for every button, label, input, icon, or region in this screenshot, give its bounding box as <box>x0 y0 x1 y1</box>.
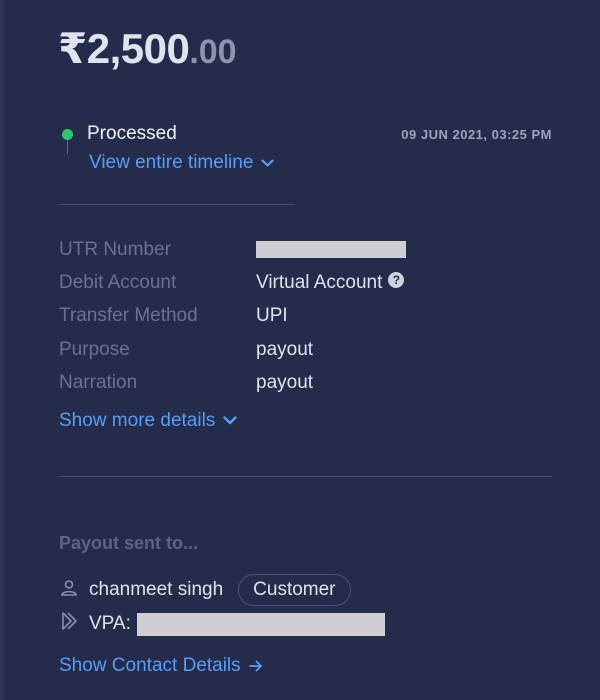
detail-label: Debit Account <box>59 271 177 293</box>
show-contact-details-label: Show Contact Details <box>59 655 241 676</box>
recipient-name: chanmeet singh <box>89 579 224 600</box>
debit-account-text: Virtual Account <box>256 271 383 293</box>
detail-row-transfer-method: Transfer Method UPI <box>59 300 406 333</box>
redacted-utr <box>256 241 406 259</box>
divider <box>59 204 295 205</box>
show-more-details-link[interactable]: Show more details <box>59 410 237 432</box>
show-contact-details-link[interactable]: Show Contact Details <box>59 655 263 677</box>
upi-arrow-icon <box>62 612 77 630</box>
detail-label: Purpose <box>59 338 130 360</box>
arrow-right-icon <box>248 660 262 672</box>
vpa-label: VPA: <box>89 613 131 634</box>
payout-details: UTR Number Debit Account Virtual Account… <box>59 233 406 399</box>
view-timeline-label: View entire timeline <box>89 152 254 173</box>
transfer-method-value: UPI <box>256 305 288 327</box>
payout-amount: ₹2,500 .00 <box>58 24 237 74</box>
detail-row-debit-account: Debit Account Virtual Account ? <box>59 266 406 299</box>
user-icon <box>61 580 77 596</box>
detail-label: Transfer Method <box>59 305 198 327</box>
question-circle-icon[interactable]: ? <box>388 271 405 288</box>
status-row: Processed 09 JUN 2021, 03:25 PM <box>62 122 552 146</box>
detail-label: Narration <box>59 371 138 393</box>
detail-row-utr: UTR Number <box>59 233 406 266</box>
purpose-value: payout <box>256 338 314 360</box>
utr-value <box>256 241 406 259</box>
payout-recipient-heading: Payout sent to... <box>59 533 199 553</box>
detail-row-narration: Narration payout <box>59 366 406 399</box>
redacted-vpa <box>136 612 385 636</box>
status-dot-icon <box>62 128 73 140</box>
status-timestamp: 09 JUN 2021, 03:25 PM <box>401 126 552 142</box>
amount-main: ₹2,500 <box>58 25 190 72</box>
chevron-down-icon <box>261 158 275 167</box>
view-timeline-link[interactable]: View entire timeline <box>89 152 275 174</box>
debit-account-value: Virtual Account ? <box>256 271 405 294</box>
recipient-type-badge: Customer <box>238 574 351 606</box>
detail-row-purpose: Purpose payout <box>59 333 406 366</box>
status-label: Processed <box>87 123 177 144</box>
timeline-connector <box>67 140 68 154</box>
vpa-row: VPA: <box>59 610 385 638</box>
chevron-down-icon <box>223 416 237 425</box>
recipient-row: chanmeet singh Customer <box>59 573 351 607</box>
section-divider <box>59 476 552 477</box>
narration-value: payout <box>256 371 314 393</box>
detail-label: UTR Number <box>59 238 171 260</box>
panel-left-border <box>0 0 4 700</box>
show-more-details-label: Show more details <box>59 410 216 431</box>
amount-decimal: .00 <box>189 33 237 71</box>
